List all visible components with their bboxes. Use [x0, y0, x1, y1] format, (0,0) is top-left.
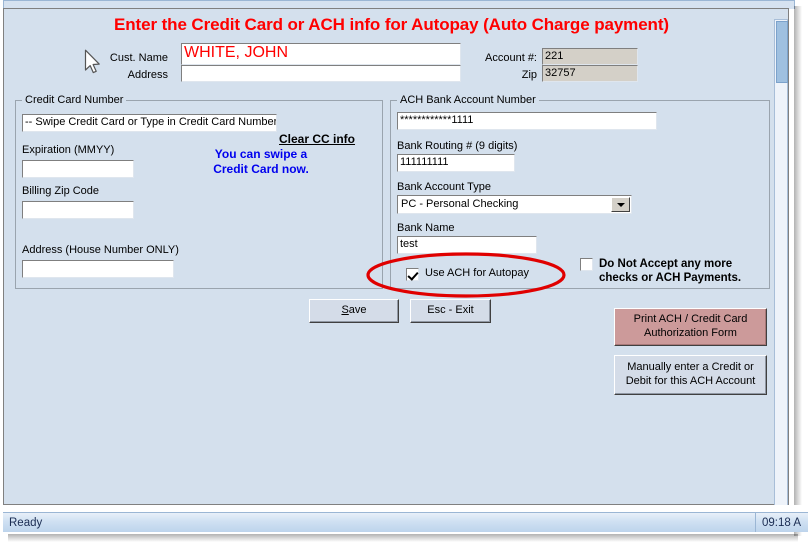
address-label: Address [100, 69, 168, 81]
cust-name-field[interactable]: WHITE, JOHN [181, 43, 461, 65]
print-authorization-form-button[interactable]: Print ACH / Credit Card Authorization Fo… [614, 308, 767, 346]
ach-account-number-input[interactable]: ************1111 [397, 112, 657, 130]
window-shadow-bottom [8, 534, 798, 542]
bank-name-input[interactable]: test [397, 236, 537, 254]
ach-group-caption: ACH Bank Account Number [397, 94, 539, 106]
status-bar: Ready 09:18 A [3, 512, 808, 532]
manual-entry-line1: Manually enter a Credit or [627, 361, 754, 373]
address-house-input[interactable] [22, 260, 174, 278]
billing-zip-label: Billing Zip Code [22, 185, 99, 197]
expiration-label: Expiration (MMYY) [22, 144, 114, 156]
routing-label: Bank Routing # (9 digits) [397, 140, 517, 152]
save-label-rest: ave [349, 304, 367, 316]
print-auth-line1: Print ACH / Credit Card [634, 313, 748, 325]
checkbox-box-do-not-accept[interactable] [580, 258, 593, 271]
do-not-accept-label: Do Not Accept any more checks or ACH Pay… [599, 257, 741, 286]
save-button[interactable]: Save [309, 299, 399, 323]
cust-name-label: Cust. Name [100, 52, 168, 64]
account-number-field: 221 [542, 48, 638, 65]
chevron-down-icon[interactable] [611, 197, 630, 212]
do-not-accept-line1: Do Not Accept any more [599, 258, 732, 270]
account-type-selected-value: PC - Personal Checking [401, 198, 518, 210]
status-message: Ready [3, 517, 42, 529]
do-not-accept-line2: checks or ACH Payments. [599, 272, 741, 284]
zip-field: 32757 [542, 65, 638, 82]
use-ach-for-autopay-label: Use ACH for Autopay [425, 267, 529, 281]
status-clock: 09:18 A [755, 513, 808, 532]
form-client-area: Enter the Credit Card or ACH info for Au… [3, 8, 789, 505]
scrollbar-thumb[interactable] [776, 21, 788, 83]
swipe-note-line1: You can swipe a [200, 147, 322, 162]
credit-card-group-caption: Credit Card Number [22, 94, 126, 106]
account-type-combobox[interactable]: PC - Personal Checking [397, 195, 632, 214]
exit-button[interactable]: Esc - Exit [410, 299, 491, 323]
swipe-note: You can swipe a Credit Card now. [200, 147, 322, 177]
application-window: Enter the Credit Card or ACH info for Au… [0, 0, 808, 545]
page-title: Enter the Credit Card or ACH info for Au… [4, 15, 779, 35]
use-ach-for-autopay-checkbox[interactable]: Use ACH for Autopay [406, 267, 529, 281]
window-shadow-right [794, 6, 802, 536]
routing-input[interactable]: 111111111 [397, 154, 515, 172]
swipe-note-line2: Credit Card now. [200, 162, 322, 177]
zip-label: Zip [464, 69, 537, 81]
account-number-label: Account #: [464, 52, 537, 64]
billing-zip-input[interactable] [22, 201, 134, 219]
manual-entry-button[interactable]: Manually enter a Credit or Debit for thi… [614, 355, 767, 395]
vertical-scrollbar[interactable] [774, 19, 788, 515]
expiration-input[interactable] [22, 160, 134, 178]
account-type-label: Bank Account Type [397, 181, 491, 193]
manual-entry-line2: Debit for this ACH Account [626, 375, 756, 387]
address-house-label: Address (House Number ONLY) [22, 244, 179, 256]
bank-name-label: Bank Name [397, 222, 454, 234]
print-auth-line2: Authorization Form [644, 327, 737, 339]
credit-card-number-input[interactable]: -- Swipe Credit Card or Type in Credit C… [22, 114, 277, 132]
save-accel: S [341, 304, 348, 316]
checkbox-box-use-ach[interactable] [406, 268, 419, 281]
do-not-accept-checkbox[interactable]: Do Not Accept any more checks or ACH Pay… [580, 257, 741, 286]
address-field[interactable] [181, 65, 461, 82]
clear-cc-info-link[interactable]: Clear CC info [279, 132, 355, 146]
statusbar-gap [0, 505, 808, 512]
